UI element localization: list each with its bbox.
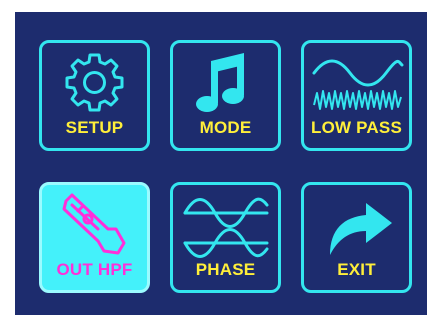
phase-label: PHASE [195, 260, 256, 279]
phase-button[interactable]: PHASE [170, 182, 281, 293]
low-pass-button[interactable]: LOW PASS [301, 40, 412, 151]
mode-button[interactable]: MODE [170, 40, 281, 151]
exit-button[interactable]: EXIT [301, 182, 412, 293]
low-pass-label: LOW PASS [310, 118, 402, 137]
low-pass-wave-icon [312, 59, 404, 110]
phase-waves-icon [183, 197, 269, 258]
exit-arrow-icon [330, 203, 392, 255]
mode-label: MODE [199, 118, 252, 137]
music-note-icon [196, 53, 244, 112]
gear-icon [65, 53, 124, 112]
tweeter-horn-icon [62, 193, 126, 255]
setup-button[interactable]: SETUP [39, 40, 150, 151]
exit-label: EXIT [337, 260, 376, 279]
out-hpf-label: OUT HPF [56, 260, 133, 279]
setup-label: SETUP [65, 118, 124, 137]
menu-screen: SETUP MODE LOW PASS OUT HPF PHASE EXIT [15, 12, 427, 315]
out-hpf-button[interactable]: OUT HPF [39, 182, 150, 293]
